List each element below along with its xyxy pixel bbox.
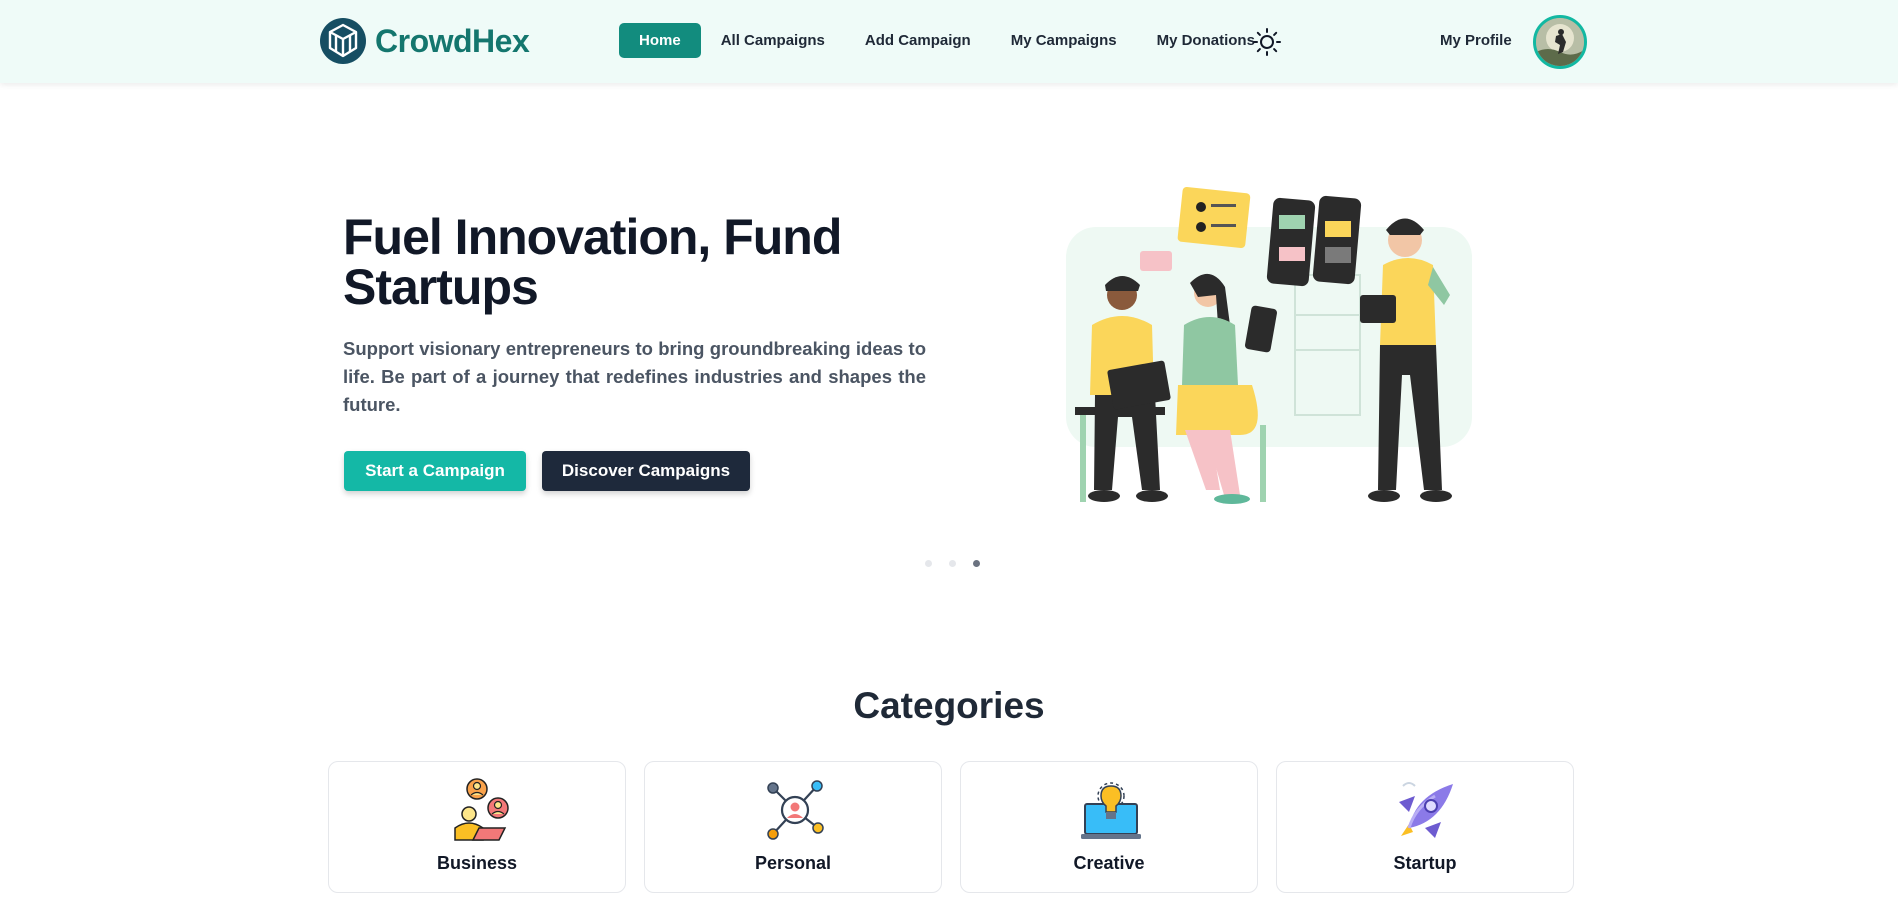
start-campaign-button[interactable]: Start a Campaign	[344, 451, 526, 491]
lightbulb-laptop-icon	[1081, 782, 1141, 839]
hero-description: Support visionary entrepreneurs to bring…	[343, 338, 926, 415]
hex-logo-icon	[320, 18, 366, 64]
nav-home[interactable]: Home	[619, 23, 701, 58]
categories-title: Categories	[853, 685, 1045, 726]
carousel-dot-2[interactable]	[949, 560, 956, 567]
personal-network-icon	[767, 780, 824, 840]
brand-logo[interactable]: CrowdHex	[319, 17, 530, 65]
carousel-indicators	[925, 560, 997, 567]
business-people-icon	[454, 778, 509, 841]
category-label: Personal	[754, 853, 832, 873]
avatar[interactable]	[1533, 15, 1587, 69]
category-label: Creative	[1073, 853, 1145, 873]
category-card-creative[interactable]: Creative	[960, 761, 1258, 893]
nav-all-campaigns[interactable]: All Campaigns	[701, 23, 845, 58]
carousel-dot-1[interactable]	[925, 560, 932, 567]
discover-campaigns-button[interactable]: Discover Campaigns	[542, 451, 750, 491]
carousel-dot-3[interactable]	[973, 560, 980, 567]
user-avatar-image	[1536, 18, 1584, 66]
navbar: CrowdHex Home All Campaigns Add Campaign…	[0, 0, 1898, 83]
category-card-personal[interactable]: Personal	[644, 761, 942, 893]
team-collaboration-illustration	[1066, 186, 1472, 504]
nav-my-profile[interactable]: My Profile	[1440, 32, 1512, 49]
nav-add-campaign[interactable]: Add Campaign	[845, 23, 991, 58]
category-card-startup[interactable]: Startup	[1276, 761, 1574, 893]
nav-my-campaigns[interactable]: My Campaigns	[991, 23, 1137, 58]
sun-icon[interactable]	[1252, 27, 1282, 57]
hero-title: Fuel Innovation, Fund Startups	[343, 209, 842, 315]
brand-name: CrowdHex	[375, 22, 530, 59]
category-card-business[interactable]: Business	[328, 761, 626, 893]
category-label: Business	[436, 853, 518, 873]
rocket-icon	[1399, 782, 1453, 838]
nav-links: Home All Campaigns Add Campaign My Campa…	[619, 23, 1275, 58]
category-label: Startup	[1393, 853, 1457, 873]
